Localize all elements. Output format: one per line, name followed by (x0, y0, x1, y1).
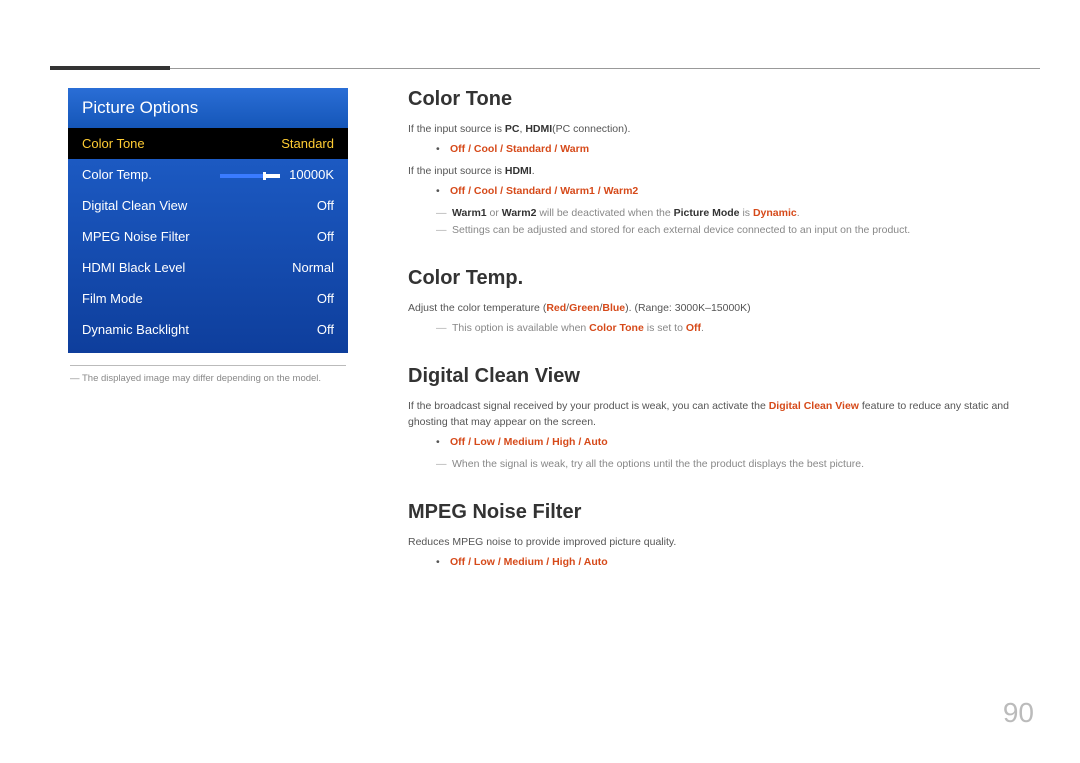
para: Adjust the color temperature (Red/Green/… (408, 300, 1030, 316)
note: When the signal is weak, try all the opt… (436, 456, 1030, 473)
section-color-temp: Color Temp. Adjust the color temperature… (408, 267, 1030, 337)
options-list: Off / Low / Medium / High / Auto (436, 434, 1030, 452)
header-rule-accent (50, 66, 170, 70)
option-item: Off / Cool / Standard / Warm1 / Warm2 (436, 183, 1030, 201)
footnote-dash: ― (70, 372, 82, 385)
osd-value: 10000K (220, 167, 334, 182)
osd-value: Off (317, 198, 334, 213)
heading-color-tone: Color Tone (408, 88, 1030, 111)
osd-row-dynamic-backlight[interactable]: Dynamic Backlight Off (68, 314, 348, 345)
heading-dcv: Digital Clean View (408, 365, 1030, 388)
osd-label: HDMI Black Level (82, 260, 185, 275)
options-list: Off / Cool / Standard / Warm (436, 141, 1030, 159)
osd-label: Color Tone (82, 136, 145, 151)
osd-row-film-mode[interactable]: Film Mode Off (68, 283, 348, 314)
options-list: Off / Low / Medium / High / Auto (436, 554, 1030, 572)
section-mpeg-noise-filter: MPEG Noise Filter Reduces MPEG noise to … (408, 501, 1030, 572)
osd-value: Off (317, 322, 334, 337)
section-color-tone: Color Tone If the input source is PC, HD… (408, 88, 1030, 239)
para: If the input source is PC, HDMI(PC conne… (408, 121, 1030, 137)
osd-value: Standard (281, 136, 334, 151)
slider-track[interactable] (220, 174, 280, 178)
osd-footnote: ―The displayed image may differ dependin… (70, 372, 348, 385)
osd-value: Off (317, 229, 334, 244)
note: Warm1 or Warm2 will be deactivated when … (436, 205, 1030, 222)
slider-thumb[interactable] (263, 172, 266, 180)
header-rule (50, 68, 1040, 69)
osd-row-digital-clean-view[interactable]: Digital Clean View Off (68, 190, 348, 221)
page-number: 90 (1003, 697, 1034, 729)
osd-row-color-temp[interactable]: Color Temp. 10000K (68, 159, 348, 190)
osd-value: Off (317, 291, 334, 306)
option-item: Off / Cool / Standard / Warm (436, 141, 1030, 159)
note: This option is available when Color Tone… (436, 320, 1030, 337)
osd-row-color-tone[interactable]: Color Tone Standard (68, 128, 348, 159)
osd-panel: Picture Options Color Tone Standard Colo… (68, 88, 348, 353)
para: Reduces MPEG noise to provide improved p… (408, 534, 1030, 550)
osd-label: Color Temp. (82, 167, 152, 182)
osd-label: Digital Clean View (82, 198, 187, 213)
note: Settings can be adjusted and stored for … (436, 222, 1030, 239)
heading-mpeg: MPEG Noise Filter (408, 501, 1030, 524)
osd-row-hdmi-black-level[interactable]: HDMI Black Level Normal (68, 252, 348, 283)
osd-title: Picture Options (68, 88, 348, 128)
osd-label: Dynamic Backlight (82, 322, 189, 337)
osd-row-mpeg-noise-filter[interactable]: MPEG Noise Filter Off (68, 221, 348, 252)
footnote-text: The displayed image may differ depending… (82, 373, 321, 384)
section-digital-clean-view: Digital Clean View If the broadcast sign… (408, 365, 1030, 473)
option-item: Off / Low / Medium / High / Auto (436, 434, 1030, 452)
osd-value: Normal (292, 260, 334, 275)
osd-label: MPEG Noise Filter (82, 229, 190, 244)
option-item: Off / Low / Medium / High / Auto (436, 554, 1030, 572)
osd-footnote-rule (70, 365, 346, 366)
heading-color-temp: Color Temp. (408, 267, 1030, 290)
para: If the input source is HDMI. (408, 163, 1030, 179)
osd-value-text: 10000K (289, 167, 334, 182)
options-list: Off / Cool / Standard / Warm1 / Warm2 (436, 183, 1030, 201)
osd-label: Film Mode (82, 291, 143, 306)
osd-body: Color Tone Standard Color Temp. 10000K D… (68, 128, 348, 353)
para: If the broadcast signal received by your… (408, 398, 1030, 431)
